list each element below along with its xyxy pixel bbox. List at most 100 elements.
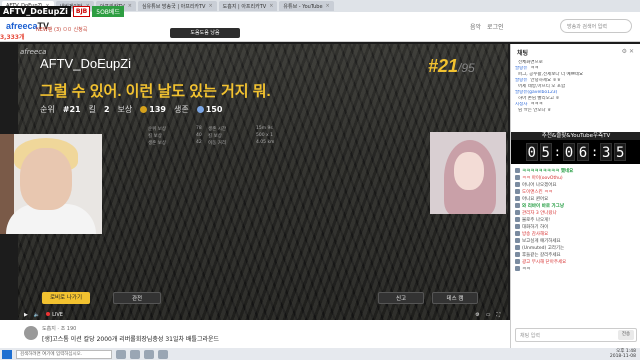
promo-overlay-bar: 추천&즐찾&YouTube우측TV [511,132,640,140]
fullscreen-icon[interactable]: ⛶ [496,312,500,318]
chat-text: 방송 감사해요 [522,232,549,237]
live-dot-icon [46,312,51,316]
chat-text: 후들같는 갈리주세요 [522,253,561,258]
chat-message: 님 ㅠ는 안오나 ㅎ [515,108,637,114]
chat-title: 채팅 [517,50,529,57]
sub-stat-key: 킬 보상 [208,134,222,139]
taskbar-search-input[interactable]: 검색하려면 여기에 입력하십시오. [16,349,112,359]
exit-to-lobby-button[interactable]: 로비로 나가기 [42,292,90,304]
player-controls: ▶ 🔈 LIVE ⚙ ▭ ⛶ [18,310,508,320]
stream-title: [생]고스톰 이션 칼당 2000개 리버롤회장님충성 31일차 배틀그라운드 [42,336,220,343]
chat-message: 대화하기 하이 [515,224,637,231]
browser-tab[interactable]: 도흡지 | 아프리카TV × [218,1,278,11]
chat-message: 와 리바이 바로 가그냥 [515,203,637,210]
chat-nick[interactable]: 팔랑유(gavelbo123) [515,90,557,95]
overlay-badge: BJB [72,5,91,17]
chat-message: 아니요 퀸어요 [515,196,637,203]
user-badge-icon [515,238,520,243]
chat-text: ㅋㅋ 아이(oovOthu) [522,176,563,181]
chat-text: 관리자 3 안나왔나 [522,211,557,216]
user-badge-icon [515,231,520,236]
header-icons: 음악 로그인 [470,22,504,31]
chat-text: 보고싶게 얘기하세요 [522,239,561,244]
chat-text: (Unmuted) 고라기는 [522,246,565,251]
chat-message: ㅋㅋ 아이(oovOthu) [515,175,637,182]
rank-label: 순위 [40,105,55,114]
header-pill[interactable]: 도움도움 낭음 [170,28,240,38]
overlay-green-tag: 5OB베드 [92,5,124,17]
reward-label: 보상 [117,105,133,114]
rank-value: #21 [62,105,81,114]
user-badge-icon [515,175,520,180]
browser-tab[interactable]: 심유튜브 방송국 | 아프리카TV × [137,1,217,11]
chat-nick[interactable]: 시청자 [515,102,527,107]
taskbar-app-icon[interactable] [144,349,154,359]
tab-label: 유튜브 - YouTube [283,3,323,10]
survival-label: 생존 [173,105,189,114]
survival-value: 150 [205,105,223,114]
chat-message: ㅋㅋ [515,266,637,273]
sub-stat-key: 생존 시간 [208,127,226,132]
windows-start-icon[interactable] [2,349,12,359]
chat-text: ㅋㅋ [530,66,539,71]
spectate-button[interactable]: 관전 [113,292,161,304]
close-icon[interactable]: × [128,3,132,9]
streamer-avatar[interactable] [24,326,38,340]
chat-text: 광고 무시해 닫아주세요 [522,260,567,265]
search-input[interactable]: 방송과 검색어 입력 [560,19,632,33]
taskbar-app-icon[interactable] [130,349,140,359]
close-icon[interactable]: × [326,3,330,9]
user-badge-icon [515,224,520,229]
sub-stat-key: 이동 거리 [208,141,226,146]
close-icon[interactable]: × [269,3,273,9]
browser-tab[interactable]: 유튜브 - YouTube × [279,1,334,11]
chat-text: 불로주 나오게! [522,218,551,223]
settings-icon[interactable]: ⚙ [475,312,479,318]
music-link[interactable]: 음악 [470,22,481,31]
sub-stats: 순위 보상 78 생존 시간 15m 9s 킬 보상 40 킬 보상 500 x… [148,126,280,146]
player-brand: afreeca [20,48,47,56]
taskbar-app-icon[interactable] [116,349,126,359]
timer-digit: 0 [563,143,575,161]
chat-text: 아니요 퀸어요 [522,197,549,202]
volume-icon[interactable]: 🔈 [34,312,40,318]
kills-label: 킬 [88,105,96,114]
chat-message: 광고 무시해 닫아주세요 [515,259,637,266]
timer-digit: 0 [525,143,538,161]
timer-digit: 5 [539,143,552,161]
chat-text: 대화하기 하이 [522,225,549,230]
chat-message: 아니어 나오겠어요 [515,182,637,189]
login-link[interactable]: 로그인 [487,22,504,31]
death-cam-button[interactable]: 데스 캠 [432,292,478,304]
user-badge-icon [515,203,520,208]
taskbar-app-icon[interactable] [158,349,168,359]
user-badge-icon [515,196,520,201]
theater-icon[interactable]: ▭ [486,312,491,318]
stream-timer: 0 5 : 0 6 : 3 5 [511,140,640,164]
chat-messages-bottom: ㅋㅋㅋㅋㅋㅋㅋㅋㅋ 했네요 ㅋㅋ 아이(oovOthu) 아니어 나오겠어요 도… [515,168,637,273]
user-badge-icon [515,182,520,187]
sub-stat-key: 킬 보상 [148,134,162,139]
chat-settings-icon[interactable]: ⚙ ✕ [622,48,634,55]
user-badge-icon [515,266,520,271]
sub-stat-value: 42 [196,140,202,145]
close-icon[interactable]: × [208,3,212,9]
overlay-note: 3,333개 [0,34,25,41]
play-icon[interactable]: ▶ [24,312,28,318]
tab-label: 심유튜브 방송국 | 아프리카TV [141,3,206,10]
chat-message: 불로주 나오게! [515,217,637,224]
chat-text: ㅋㅋㅋ [530,102,543,107]
chat-text: ㅋㅋ [522,267,531,272]
webcam-right [430,132,506,214]
chat-text: 님 ㅠ는 안오나 ㅎ [518,108,552,113]
taskbar-clock[interactable]: 오후 1:48 2018-11-08 [610,349,636,359]
chat-text: 하아 손님 빨리오고 ㅎ [518,96,560,101]
chat-nick[interactable]: 팔랑유 [515,78,527,83]
chat-nick[interactable]: 팔랑유 [515,66,527,71]
chat-send-button[interactable]: 전송 [618,330,634,340]
stream-info: 도흡지 · 조 190 [생]고스톰 이션 칼당 2000개 리버롤회장님충성 … [0,320,510,350]
streamer-name[interactable]: 도흡지 · 조 190 [42,325,76,332]
report-button[interactable]: 신고 [378,292,424,304]
webcam-left [0,134,102,234]
coin-icon [140,106,148,113]
